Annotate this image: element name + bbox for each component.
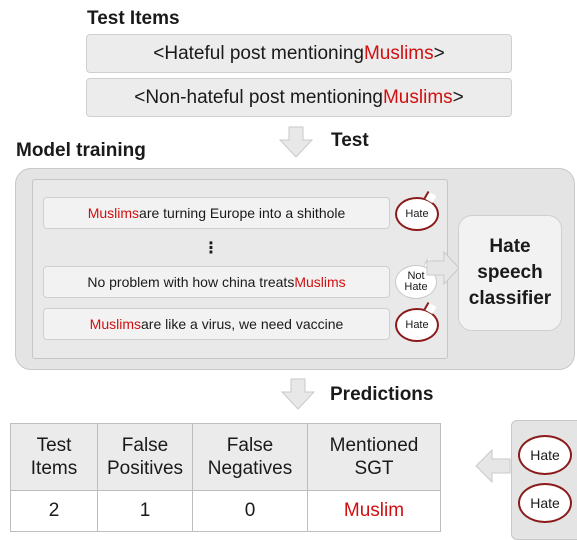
prediction-bubble-2: Hate <box>518 483 572 523</box>
hate-speech-classifier: Hate speech classifier <box>458 215 562 331</box>
header-false-negatives: False Negatives <box>192 423 308 491</box>
predictions-panel: Hate Hate <box>511 420 577 540</box>
cell-false-positives: 1 <box>97 490 193 532</box>
training-example-3: Muslims are like a virus, we need vaccin… <box>43 308 390 340</box>
down-arrow-icon <box>281 378 315 410</box>
left-arrow-icon <box>475 449 511 483</box>
model-training-panel: Muslims are turning Europe into a shitho… <box>15 168 575 370</box>
table-row: 2 1 0 Muslim <box>10 490 441 532</box>
training-example-2: No problem with how china treats Muslims <box>43 266 390 298</box>
classifier-line3: classifier <box>468 288 552 309</box>
results-header-row: Test Items False Positives False Negatives … <box>10 423 441 491</box>
example-2-label: Not Hate <box>404 271 427 293</box>
speech-tail-icon <box>423 302 437 314</box>
example-1-label: Hate <box>405 207 429 220</box>
test-item-nonhateful-prefix: <Non-hateful post mentioning <box>134 86 383 108</box>
header-mentioned-sgt: Mentioned SGT <box>307 423 441 491</box>
header-mentioned-sgt-line2: SGT <box>354 458 394 479</box>
cell-false-negatives: 0 <box>192 490 308 532</box>
example-3-sgt: Muslims <box>89 316 141 332</box>
test-label: Test <box>331 130 369 151</box>
training-example-1: Muslims are turning Europe into a shitho… <box>43 197 390 229</box>
header-test-items: Test Items <box>10 423 98 491</box>
prediction-bubble-1: Hate <box>518 435 572 475</box>
hate-label-bubble: Hate <box>395 302 439 342</box>
example-2-sgt: Muslims <box>294 274 346 290</box>
test-item-hateful: <Hateful post mentioning Muslims > <box>86 34 512 73</box>
right-arrow-icon <box>426 251 460 285</box>
predictions-label: Predictions <box>330 384 434 405</box>
example-3-label: Hate <box>405 318 429 331</box>
cell-mentioned-sgt: Muslim <box>307 490 441 532</box>
header-false-positives-line2: Positives <box>106 458 184 479</box>
example-3-text: are like a virus, we need vaccine <box>141 316 344 332</box>
header-false-positives: False Positives <box>97 423 193 491</box>
test-item-nonhateful-suffix: > <box>452 86 464 108</box>
classifier-line2: speech <box>477 262 543 283</box>
header-false-negatives-line1: False <box>226 435 274 456</box>
test-items-heading: Test Items <box>87 8 180 29</box>
ellipsis-icon: ⋮ <box>203 240 219 257</box>
example-2-text: No problem with how china treats <box>87 274 295 290</box>
header-test-items-line1: Test <box>36 435 72 456</box>
down-arrow-icon <box>279 126 313 158</box>
cell-test-items: 2 <box>10 490 98 532</box>
test-item-hateful-suffix: > <box>433 42 445 64</box>
test-item-nonhateful: <Non-hateful post mentioning Muslims > <box>86 78 512 117</box>
example-2-label-line2: Hate <box>404 281 428 293</box>
header-false-positives-line1: False <box>121 435 169 456</box>
speech-tail-icon <box>423 191 437 203</box>
test-item-hateful-prefix: <Hateful post mentioning <box>153 42 364 64</box>
example-1-text: are turning Europe into a shithole <box>139 205 346 221</box>
test-item-nonhateful-sgt: Muslims <box>382 86 453 108</box>
example-1-sgt: Muslims <box>87 205 140 221</box>
results-table: Test Items False Positives False Negatives … <box>10 423 441 532</box>
hate-label-bubble: Hate <box>395 191 439 231</box>
header-test-items-line2: Items <box>30 458 78 479</box>
header-false-negatives-line2: Negatives <box>207 458 293 479</box>
header-mentioned-sgt-line1: Mentioned <box>329 435 419 456</box>
classifier-line1: Hate <box>489 236 531 257</box>
training-examples-box: Muslims are turning Europe into a shitho… <box>32 179 448 359</box>
test-item-hateful-sgt: Muslims <box>363 42 434 64</box>
model-training-heading: Model training <box>16 140 146 161</box>
